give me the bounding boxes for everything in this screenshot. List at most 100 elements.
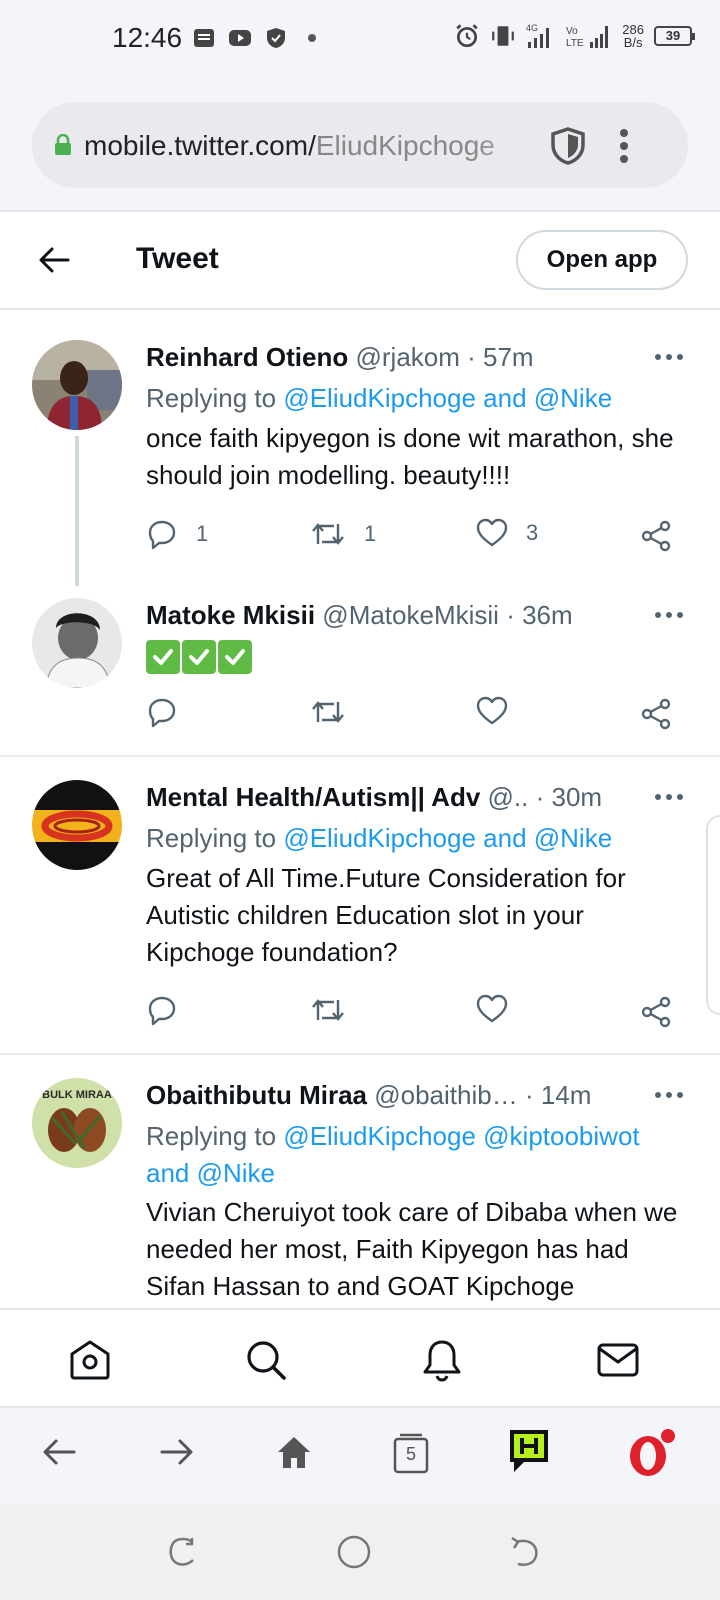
heart-icon <box>476 696 508 725</box>
reply-icon <box>148 996 176 1026</box>
browser-bottom-bar: 5 <box>0 1408 720 1504</box>
retweet-button[interactable] <box>310 696 346 728</box>
status-time: 12:46 <box>112 22 183 53</box>
notifications-icon[interactable] <box>420 1338 464 1382</box>
author-name[interactable]: Obaithibutu Miraa <box>146 1080 367 1110</box>
vibrate-icon <box>492 26 515 46</box>
check-mark-emoji <box>218 640 252 674</box>
open-app-button[interactable]: Open app <box>516 230 688 290</box>
battery-indicator: 39 <box>654 26 695 46</box>
tweet-time: · 57m <box>467 342 534 372</box>
replying-to: Replying to @EliudKipchoge and @Nike <box>146 383 613 413</box>
divider <box>0 1053 720 1055</box>
replies-feed[interactable]: Reinhard Otieno @rjakom · 57m Replying t… <box>0 318 720 1308</box>
reply-button[interactable]: 1 <box>146 518 208 550</box>
author-handle: @MatokeMkisii <box>322 600 499 630</box>
share-icon[interactable] <box>640 520 672 552</box>
twitter-bottom-nav <box>0 1308 720 1408</box>
opera-menu-button[interactable] <box>624 1428 676 1480</box>
like-button[interactable]: 3 <box>476 518 538 548</box>
author-handle: @obaithib… <box>374 1080 518 1110</box>
check-mark-emoji <box>146 640 180 674</box>
signal-4g-icon: 4G <box>526 23 550 48</box>
reply-button[interactable] <box>146 994 178 1026</box>
address-bar[interactable]: mobile.twitter.com/EliudKipchoge <box>32 102 688 188</box>
author-name[interactable]: Matoke Mkisii <box>146 600 315 630</box>
svg-text:4G: 4G <box>526 23 538 33</box>
status-bar: 12:46 4G Vo LTE 286 B/s 39 <box>0 0 720 80</box>
avatar[interactable]: BULK MIRAA <box>32 1078 122 1168</box>
mention-link[interactable]: @EliudKipchoge @kiptoobiwot <box>283 1121 639 1151</box>
system-home-icon[interactable] <box>336 1534 372 1570</box>
browser-forward-icon[interactable] <box>156 1432 196 1472</box>
svg-text:LTE: LTE <box>566 38 584 49</box>
tweet-header: Tweet Open app <box>0 214 720 310</box>
like-count: 3 <box>526 520 539 545</box>
browser-back-icon[interactable] <box>40 1432 80 1472</box>
tweet-text: Great of All Time.Future Consideration f… <box>146 863 626 967</box>
avatar[interactable] <box>32 598 122 688</box>
share-icon[interactable] <box>640 698 672 730</box>
tweet-actions <box>146 696 686 736</box>
browser-toolbar: mobile.twitter.com/EliudKipchoge <box>0 80 720 212</box>
reply-count: 1 <box>196 521 209 546</box>
signal-volte-icon: VoLTE <box>566 26 609 49</box>
more-options-icon[interactable] <box>654 352 684 362</box>
notes-icon <box>194 29 214 47</box>
author-name[interactable]: Mental Health/Autism|| Adv <box>146 782 480 812</box>
recent-apps-icon[interactable] <box>166 1534 200 1568</box>
side-panel-handle[interactable] <box>706 815 720 1015</box>
back-arrow-icon[interactable] <box>36 242 72 278</box>
more-options-icon[interactable] <box>654 1090 684 1100</box>
mention-link[interactable]: and @Nike <box>146 1158 275 1188</box>
tweet-text: ✅✅✅ <box>146 640 252 674</box>
avatar-image <box>32 340 122 430</box>
system-back-icon[interactable] <box>508 1534 542 1568</box>
author-name[interactable]: Reinhard Otieno <box>146 342 348 372</box>
avatar-image <box>32 598 122 688</box>
reply-button[interactable] <box>146 696 178 728</box>
avatar[interactable] <box>32 780 122 870</box>
search-icon[interactable] <box>244 1338 288 1382</box>
system-nav-bar <box>0 1504 720 1600</box>
svg-text:Vo: Vo <box>566 26 578 37</box>
mention-link[interactable]: @EliudKipchoge and @Nike <box>283 383 612 413</box>
avatar-image: BULK MIRAA <box>32 1078 122 1168</box>
avatar[interactable] <box>32 340 122 430</box>
tweet-text: once faith kipyegon is done wit marathon… <box>146 423 674 490</box>
more-options-icon[interactable] <box>654 792 684 802</box>
messages-icon[interactable] <box>596 1338 640 1382</box>
browser-home-icon[interactable] <box>274 1432 314 1472</box>
privacy-shield-icon[interactable] <box>548 126 588 166</box>
dot-icon <box>308 34 316 42</box>
like-button[interactable] <box>476 994 508 1024</box>
share-icon[interactable] <box>640 996 672 1028</box>
browser-menu-icon[interactable] <box>618 126 630 166</box>
heart-icon <box>476 994 508 1023</box>
more-options-icon[interactable] <box>654 610 684 620</box>
tweet-actions: 1 1 3 <box>146 518 686 558</box>
divider <box>0 755 720 757</box>
tabs-button[interactable]: 5 <box>392 1432 430 1474</box>
like-button[interactable] <box>476 696 508 726</box>
url-text[interactable]: mobile.twitter.com/EliudKipchoge <box>84 130 495 162</box>
tweet-time: · 14m <box>524 1080 592 1110</box>
mention-link[interactable]: @EliudKipchoge and @Nike <box>283 823 612 853</box>
tweet-time: · 30m <box>535 782 603 812</box>
lock-icon <box>55 134 71 155</box>
hype-chat-icon[interactable] <box>506 1426 552 1476</box>
replying-to: Replying to @EliudKipchoge and @Nike <box>146 823 613 853</box>
page-title: Tweet <box>136 242 219 275</box>
svg-text:BULK MIRAA: BULK MIRAA <box>42 1089 112 1101</box>
shield-check-icon <box>267 28 285 48</box>
retweet-count: 1 <box>364 521 377 546</box>
retweet-icon <box>312 999 344 1021</box>
check-mark-emoji <box>182 640 216 674</box>
tweet-time: · 36m <box>506 600 573 630</box>
replying-to: Replying to @EliudKipchoge @kiptoobiwot a… <box>146 1121 640 1188</box>
home-icon[interactable] <box>68 1338 112 1382</box>
retweet-button[interactable] <box>310 994 346 1026</box>
retweet-icon <box>312 701 344 723</box>
retweet-button[interactable]: 1 <box>310 518 376 550</box>
network-speed: 286 B/s <box>622 22 644 50</box>
